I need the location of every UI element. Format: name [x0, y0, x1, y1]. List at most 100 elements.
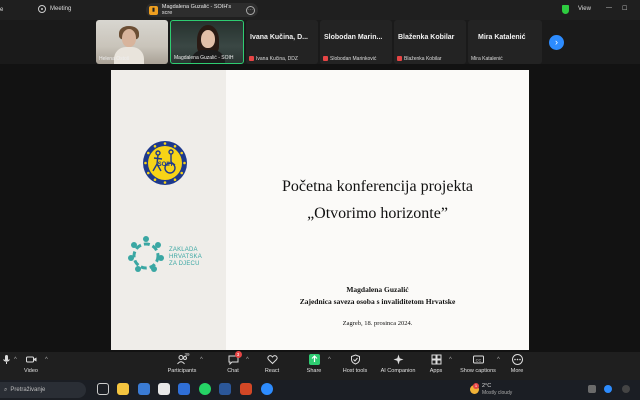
participants-button[interactable]: 39 Participants [162, 352, 202, 374]
more-label: More [510, 368, 524, 374]
ai-companion-label: AI Companion [380, 368, 416, 374]
weather-widget[interactable]: 1 2°C Mostly cloudy [470, 383, 530, 397]
slide-organization: Zajednica saveza osoba s invaliditetom H… [299, 297, 456, 306]
participant-tile-active-speaker[interactable]: Magdalena Guzalić - SOIH [170, 20, 244, 64]
logo-line: ZAKLADA [169, 247, 198, 253]
share-label-btn: Share [306, 368, 322, 374]
store-icon[interactable] [178, 383, 190, 395]
more-options-icon[interactable]: ⋯ [246, 5, 255, 15]
participant-display-name: Slobodan Marin... [324, 34, 383, 41]
participant-tile[interactable]: Ivana Kučina, D... Ivana Kučina, DDZ [246, 20, 318, 64]
participant-display-name: Mira Katalenić [478, 34, 526, 41]
logo-line: HRVATSKA [169, 254, 202, 260]
participant-tile[interactable]: Slobodan Marin... Slobodan Marinković [320, 20, 392, 64]
participant-display-name: Ivana Kučina, D... [250, 34, 308, 41]
slide-title-line1: Početna konferencija projekta [281, 178, 474, 195]
view-button[interactable]: View [578, 6, 591, 12]
edge-browser-icon[interactable] [138, 383, 150, 395]
slide-author: Magdalena Guzalić [346, 285, 409, 294]
maximize-icon[interactable]: ☐ [622, 5, 627, 12]
children-circle-icon [128, 236, 164, 272]
participant-name: Ivana Kučina, DDZ [256, 56, 298, 62]
whatsapp-icon[interactable] [199, 383, 211, 395]
mic-muted-icon [249, 56, 254, 61]
video-label: Video [24, 368, 38, 374]
participant-tile[interactable]: Helena Ostoš [96, 20, 168, 64]
powerpoint-icon[interactable] [240, 383, 252, 395]
share-screen-up-icon [308, 354, 320, 365]
participant-name-row: Ivana Kučina, DDZ [249, 56, 298, 62]
file-explorer-icon[interactable] [117, 383, 129, 395]
people-icon: 39 [176, 352, 190, 365]
apps-chevron-icon[interactable]: ^ [449, 357, 452, 363]
security-shield-icon[interactable] [562, 5, 569, 14]
ai-companion-button[interactable]: AI Companion [376, 354, 420, 374]
share-label: Magdalena Guzalić - SOIH's scre [161, 4, 232, 16]
participant-name-row: Blaženka Kobilar [397, 56, 442, 62]
meeting-label: Meeting [50, 6, 72, 12]
captions-button[interactable]: CC Show captions [456, 354, 500, 374]
weather-temperature: 2°C [482, 383, 492, 389]
chat-label: Chat [227, 368, 239, 374]
mic-muted-icon [323, 56, 328, 61]
zaklada-text: ZAKLADA HRVATSKA ZA DJECU [169, 247, 202, 268]
react-label: React [264, 368, 280, 374]
participant-name: Slobodan Marinković [330, 56, 377, 62]
mic-muted-icon [397, 56, 402, 61]
chrome-icon[interactable] [158, 383, 170, 395]
soih-logo: SOIH [143, 141, 187, 185]
participants-chevron-icon[interactable]: ^ [200, 357, 203, 363]
sparkle-icon [393, 354, 404, 365]
participants-count: 39 [184, 352, 190, 357]
minimize-icon[interactable]: — [606, 5, 612, 11]
heart-emoji-icon [266, 354, 278, 365]
apps-grid-icon [431, 354, 442, 365]
participant-name: Magdalena Guzalić - SOIH [174, 55, 234, 61]
participant-name: Blaženka Kobilar [404, 56, 442, 62]
screen-share-indicator[interactable]: ▮ Magdalena Guzalić - SOIH's scre ⋯ [146, 3, 258, 17]
slide-title-line2: „Otvorimo horizonte” [307, 205, 448, 222]
apps-label: Apps [429, 368, 443, 374]
taskbar-search[interactable]: ⌕ Pretraživanje [0, 382, 86, 398]
microphone-icon [1, 354, 12, 365]
host-tools-button[interactable]: Host tools [335, 354, 375, 374]
slide-left-panel [111, 70, 226, 350]
share-chevron-icon[interactable]: ^ [328, 357, 331, 363]
more-button[interactable]: More [497, 354, 537, 374]
search-icon: ⌕ [4, 386, 8, 393]
zoom-app-icon[interactable] [261, 383, 273, 395]
zaklada-logo: ZAKLADA HRVATSKA ZA DJECU [125, 233, 215, 283]
weather-alert-badge: 1 [473, 383, 479, 389]
tray-overflow-icon[interactable] [622, 385, 630, 393]
tray-app-icon[interactable] [588, 385, 596, 393]
search-placeholder: Pretraživanje [10, 387, 46, 393]
next-page-button[interactable]: › [549, 35, 564, 50]
zoom-window: e Meeting ▮ Magdalena Guzalić - SOIH's s… [0, 0, 640, 400]
task-view-icon[interactable] [97, 383, 109, 395]
meeting-info[interactable]: Meeting [38, 5, 71, 13]
participant-face [201, 30, 215, 48]
participant-name: Mira Katalenić [471, 56, 503, 62]
clipped-label: e [0, 7, 4, 13]
host-tools-label: Host tools [342, 368, 368, 374]
video-options-chevron-icon[interactable]: ^ [45, 357, 48, 363]
participant-strip: Helena Ostoš Magdalena Guzalić - SOIH Iv… [96, 20, 544, 64]
video-camera-icon [25, 354, 37, 365]
participant-name: Helena Ostoš [99, 56, 130, 62]
logo-lettering: SOIH [158, 162, 173, 168]
participant-tile[interactable]: Blaženka Kobilar Blaženka Kobilar [394, 20, 466, 64]
captions-label: Show captions [460, 368, 496, 374]
word-icon[interactable] [219, 383, 231, 395]
tray-zoom-icon[interactable] [604, 385, 612, 393]
shield-check-icon [350, 354, 361, 365]
chat-unread-badge: 3 [234, 351, 242, 358]
weather-description: Mostly cloudy [482, 390, 513, 396]
participants-label: Participants [167, 368, 197, 374]
participant-name-row: Slobodan Marinković [323, 56, 376, 62]
chat-chevron-icon[interactable]: ^ [246, 357, 249, 363]
svg-text:CC: CC [475, 358, 481, 363]
participant-face [122, 29, 136, 47]
title-bar: e Meeting ▮ Magdalena Guzalić - SOIH's s… [0, 0, 640, 20]
participant-tile[interactable]: Mira Katalenić Mira Katalenić [468, 20, 542, 64]
react-button[interactable]: React [252, 354, 292, 374]
